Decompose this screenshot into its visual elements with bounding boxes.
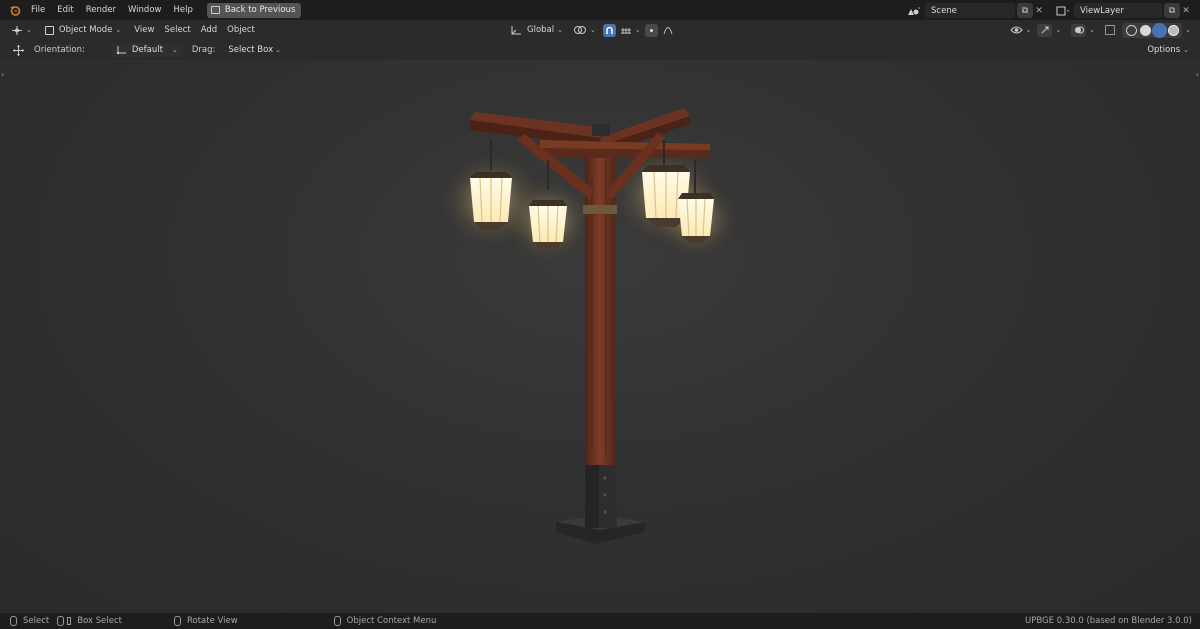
eye-icon — [1009, 26, 1023, 34]
snap-target-dropdown[interactable]: ⌄ — [618, 23, 643, 38]
transform-orientation-label: Global — [527, 25, 555, 35]
new-scene-icon[interactable]: ⧉ — [1017, 3, 1033, 18]
new-view-layer-icon[interactable]: ⧉ — [1164, 3, 1180, 18]
view-layer-selector: ViewLayer ⧉ ✕ — [1052, 3, 1192, 18]
chevron-down-icon: ⌄ — [115, 26, 122, 34]
tool-settings-bar: Orientation: Default ⌄ Drag: Select Box … — [0, 40, 1200, 60]
drag-label: Drag: — [191, 45, 216, 55]
pivot-point-dropdown[interactable]: ⌄ — [568, 23, 601, 38]
view-layer-browse-icon[interactable] — [1052, 3, 1074, 18]
object-mode-dropdown[interactable]: Object Mode ⌄ — [41, 23, 125, 38]
snap-toggle[interactable] — [601, 23, 618, 38]
gizmo-dropdown[interactable]: ⌄ — [1034, 23, 1064, 38]
solid-shading-icon[interactable] — [1139, 24, 1151, 36]
overlays-icon — [1071, 23, 1087, 37]
visibility-dropdown[interactable]: ⌄ — [1007, 23, 1035, 38]
shading-options-dropdown[interactable]: ⌄ — [1182, 23, 1194, 38]
3d-viewport[interactable]: › ‹ — [0, 60, 1200, 613]
menu-help[interactable]: Help — [167, 0, 198, 20]
status-context-menu: Object Context Menu — [333, 616, 437, 626]
remove-scene-icon[interactable]: ✕ — [1033, 6, 1045, 16]
wireframe-shading-icon[interactable] — [1125, 24, 1137, 36]
menu-view[interactable]: View — [129, 23, 159, 38]
drag-dropdown[interactable]: Select Box ⌄ — [223, 43, 286, 57]
top-bar: File Edit Render Window Help Back to Pre… — [0, 0, 1200, 20]
box-select-icon — [57, 616, 65, 626]
rendered-shading-icon[interactable] — [1167, 24, 1179, 36]
options-dropdown[interactable]: Options ⌄ — [1142, 43, 1194, 57]
options-label: Options — [1147, 45, 1181, 55]
status-context-menu-label: Object Context Menu — [346, 616, 437, 626]
move-tool-icon — [10, 44, 26, 57]
scene-selector: Scene ⧉ ✕ — [903, 3, 1045, 18]
lamp-post-model[interactable] — [0, 60, 1200, 613]
menu-window[interactable]: Window — [122, 0, 168, 20]
menu-edit[interactable]: Edit — [51, 0, 79, 20]
xray-toggle[interactable] — [1102, 23, 1118, 38]
xray-icon — [1105, 25, 1116, 35]
drag-value: Select Box — [228, 45, 274, 55]
proportional-editing-icon — [644, 23, 658, 37]
menu-select[interactable]: Select — [159, 23, 195, 38]
menu-file[interactable]: File — [25, 0, 51, 20]
proportional-editing-toggle[interactable] — [643, 23, 660, 38]
view-layer-name-field[interactable]: ViewLayer — [1074, 3, 1162, 18]
orientation-label: Orientation: — [34, 45, 85, 55]
right-mouse-icon — [333, 616, 341, 626]
transform-tools: Global ⌄ ⌄ ⌄ — [505, 22, 676, 38]
material-preview-shading-icon[interactable] — [1153, 24, 1165, 36]
status-select: Select — [10, 616, 49, 626]
orientation-axes-icon — [511, 25, 521, 34]
menu-add[interactable]: Add — [196, 23, 222, 38]
magnet-icon — [602, 23, 616, 37]
remove-view-layer-icon[interactable]: ✕ — [1180, 6, 1192, 16]
status-bar: Select Box Select Rotate View Object Con… — [0, 613, 1200, 629]
back-to-previous-label: Back to Previous — [224, 5, 296, 15]
pivot-icon — [574, 26, 586, 34]
viewport-display-tools: ⌄ ⌄ ⌄ ⌄ — [1007, 22, 1195, 38]
screen-icon — [210, 6, 220, 14]
version-label: UPBGE 0.30.0 (based on Blender 3.0.0) — [1025, 616, 1192, 626]
left-mouse-icon — [10, 616, 17, 626]
orientation-icon — [116, 46, 126, 55]
object-mode-label: Object Mode — [58, 25, 113, 35]
blender-logo-icon[interactable] — [5, 0, 25, 20]
editor-type-button[interactable]: ⌄ — [6, 23, 37, 38]
status-rotate-view: Rotate View — [173, 616, 238, 626]
middle-mouse-icon — [173, 616, 181, 626]
status-box-select-label: Box Select — [77, 616, 122, 626]
menu-object[interactable]: Object — [222, 23, 260, 38]
object-mode-icon — [44, 25, 54, 35]
gizmo-icon — [1037, 23, 1053, 37]
editor-type-icon — [12, 25, 22, 35]
orientation-value: Default — [131, 45, 163, 55]
shading-mode-group — [1122, 22, 1183, 38]
orientation-dropdown[interactable]: Default ⌄ — [110, 43, 183, 57]
falloff-curve-icon — [663, 27, 673, 35]
scene-name-field[interactable]: Scene — [925, 3, 1015, 18]
transform-orientation-dropdown[interactable]: Global ⌄ — [505, 23, 568, 38]
overlays-dropdown[interactable]: ⌄ — [1068, 23, 1098, 38]
status-select-label: Select — [23, 616, 50, 626]
scene-browse-icon[interactable] — [903, 3, 925, 18]
snap-increment-icon — [620, 28, 631, 34]
status-box-select: Box Select — [57, 616, 122, 626]
status-rotate-view-label: Rotate View — [186, 616, 238, 626]
back-to-previous-button[interactable]: Back to Previous — [206, 2, 302, 18]
proportional-falloff-dropdown[interactable] — [660, 23, 676, 38]
menu-render[interactable]: Render — [80, 0, 122, 20]
